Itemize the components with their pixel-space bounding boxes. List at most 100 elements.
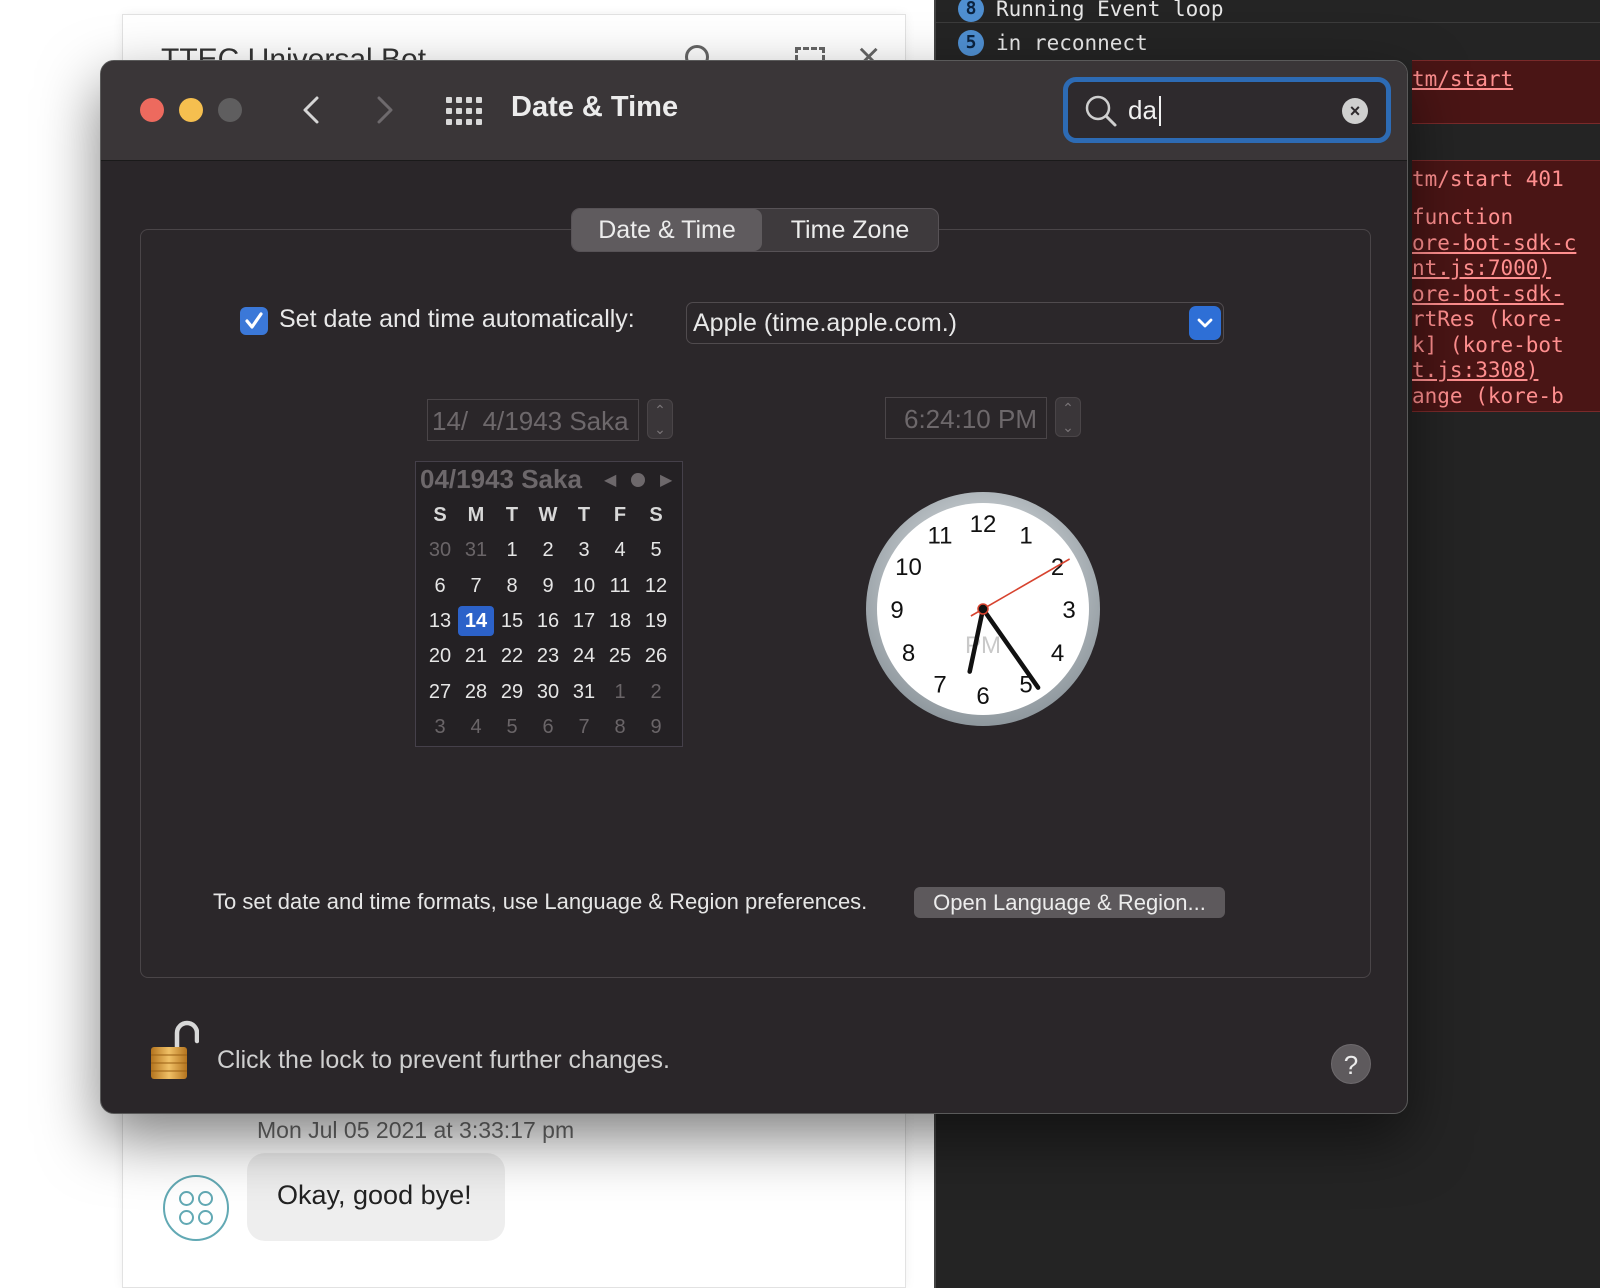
- stepper-down-icon[interactable]: ⌄: [1056, 418, 1080, 436]
- auto-time-label: Set date and time automatically:: [279, 305, 635, 333]
- clock-number: 4: [1051, 640, 1064, 667]
- calendar-day[interactable]: 10: [566, 571, 602, 601]
- calendar-day[interactable]: 15: [494, 606, 530, 636]
- calendar-day[interactable]: 2: [530, 535, 566, 565]
- date-value: 14/ 4/1943 Saka: [432, 406, 629, 436]
- date-time-preferences-window: Date & Time × Date & Time Time Zone Set …: [100, 60, 1408, 1114]
- calendar-day[interactable]: 29: [494, 677, 530, 707]
- error-link[interactable]: ore-bot-sdk-c: [1412, 231, 1576, 255]
- count-badge: 8: [958, 0, 984, 22]
- calendar-day[interactable]: 26: [638, 641, 674, 671]
- show-all-grid-icon[interactable]: [446, 97, 482, 125]
- calendar-day[interactable]: 5: [494, 712, 530, 742]
- calendar-day[interactable]: 13: [422, 606, 458, 636]
- console-error: tm/start: [1412, 60, 1600, 124]
- calendar-day[interactable]: 22: [494, 641, 530, 671]
- chevron-down-icon: [1189, 306, 1221, 340]
- calendar: 04/1943 Saka ◀ ▶ S M T W T F S 30 31 1 2 3 4 5 6 7 8 9 10 1…: [415, 461, 683, 747]
- calendar-day[interactable]: 8: [494, 571, 530, 601]
- calendar-day[interactable]: 25: [602, 641, 638, 671]
- calendar-day[interactable]: 18: [602, 606, 638, 636]
- count-badge: 5: [958, 30, 984, 56]
- open-language-region-button[interactable]: Open Language & Region...: [914, 887, 1225, 918]
- console-row: 5 in reconnect: [958, 30, 1148, 56]
- calendar-day[interactable]: 11: [602, 571, 638, 601]
- previous-month-icon[interactable]: ◀: [604, 470, 616, 490]
- console-divider: [936, 22, 1600, 23]
- calendar-day[interactable]: 7: [458, 571, 494, 601]
- error-link[interactable]: nt.js:7000): [1412, 256, 1551, 280]
- calendar-day[interactable]: 20: [422, 641, 458, 671]
- formats-hint: To set date and time formats, use Langua…: [213, 889, 868, 914]
- calendar-day[interactable]: 3: [422, 712, 458, 742]
- time-field[interactable]: 6:24:10 PM: [885, 397, 1047, 439]
- error-link[interactable]: t.js:3308): [1412, 358, 1538, 382]
- message-timestamp: Mon Jul 05 2021 at 3:33:17 pm: [257, 1117, 575, 1143]
- auto-time-checkbox[interactable]: [240, 307, 268, 335]
- calendar-day[interactable]: 6: [530, 712, 566, 742]
- close-window-button[interactable]: [140, 98, 164, 122]
- calendar-day[interactable]: 1: [602, 677, 638, 707]
- calendar-day[interactable]: 17: [566, 606, 602, 636]
- forward-chevron-icon[interactable]: [369, 95, 399, 125]
- tab-date-time[interactable]: Date & Time: [572, 209, 762, 251]
- error-line: k] (kore-bot: [1412, 333, 1564, 357]
- time-server-select[interactable]: Apple (time.apple.com.): [686, 302, 1224, 344]
- time-stepper[interactable]: ⌃ ⌄: [1055, 397, 1081, 437]
- calendar-day[interactable]: 30: [422, 535, 458, 565]
- next-month-icon[interactable]: ▶: [660, 470, 672, 490]
- error-link[interactable]: tm/start: [1412, 67, 1513, 91]
- tab-time-zone[interactable]: Time Zone: [762, 209, 938, 251]
- calendar-day[interactable]: 9: [638, 712, 674, 742]
- clock-number: 2: [1051, 554, 1064, 581]
- calendar-day[interactable]: 8: [602, 712, 638, 742]
- calendar-day[interactable]: 3: [566, 535, 602, 565]
- calendar-month-title: 04/1943 Saka: [420, 464, 582, 494]
- date-field[interactable]: 14/ 4/1943 Saka: [427, 399, 639, 441]
- weekday-header: S: [649, 504, 663, 526]
- calendar-day[interactable]: 9: [530, 571, 566, 601]
- console-row: 8 Running Event loop: [958, 0, 1224, 22]
- calendar-day[interactable]: 31: [566, 677, 602, 707]
- calendar-day[interactable]: 27: [422, 677, 458, 707]
- calendar-day[interactable]: 4: [602, 535, 638, 565]
- calendar-day[interactable]: 2: [638, 677, 674, 707]
- calendar-day[interactable]: 21: [458, 641, 494, 671]
- calendar-day-selected[interactable]: 14: [458, 605, 494, 636]
- calendar-day[interactable]: 7: [566, 712, 602, 742]
- message-bubble: Okay, good bye!: [247, 1153, 505, 1241]
- calendar-day[interactable]: 28: [458, 677, 494, 707]
- date-stepper[interactable]: ⌃ ⌄: [647, 399, 673, 439]
- calendar-day[interactable]: 24: [566, 641, 602, 671]
- clock-center: [977, 603, 989, 615]
- back-chevron-icon[interactable]: [297, 95, 327, 125]
- calendar-day[interactable]: 5: [638, 535, 674, 565]
- error-link[interactable]: ore-bot-sdk-: [1412, 282, 1564, 306]
- calendar-day[interactable]: 12: [638, 571, 674, 601]
- minimize-window-button[interactable]: [179, 98, 203, 122]
- stepper-up-icon[interactable]: ⌃: [648, 401, 672, 419]
- calendar-day[interactable]: 19: [638, 606, 674, 636]
- error-line: rtRes (kore-: [1412, 307, 1564, 331]
- today-dot-icon[interactable]: [631, 473, 645, 487]
- error-line: ange (kore-b: [1412, 384, 1564, 408]
- stepper-down-icon[interactable]: ⌄: [648, 420, 672, 438]
- calendar-day[interactable]: 16: [530, 606, 566, 636]
- calendar-day[interactable]: 6: [422, 571, 458, 601]
- clock-number: 6: [976, 683, 989, 710]
- zoom-window-button[interactable]: [218, 98, 242, 122]
- search-input[interactable]: [1128, 90, 1328, 130]
- calendar-day[interactable]: 31: [458, 535, 494, 565]
- calendar-day[interactable]: 30: [530, 677, 566, 707]
- calendar-day[interactable]: 23: [530, 641, 566, 671]
- calendar-day[interactable]: 4: [458, 712, 494, 742]
- search-field[interactable]: ×: [1063, 77, 1391, 143]
- clock-number: 12: [970, 511, 997, 538]
- console-text: in reconnect: [996, 31, 1148, 55]
- help-button[interactable]: ?: [1331, 1044, 1371, 1084]
- unlocked-padlock-icon[interactable]: [147, 1019, 199, 1083]
- clear-search-icon[interactable]: ×: [1342, 98, 1368, 124]
- time-value: 6:24:10 PM: [904, 404, 1037, 434]
- stepper-up-icon[interactable]: ⌃: [1056, 399, 1080, 417]
- calendar-day[interactable]: 1: [494, 535, 530, 565]
